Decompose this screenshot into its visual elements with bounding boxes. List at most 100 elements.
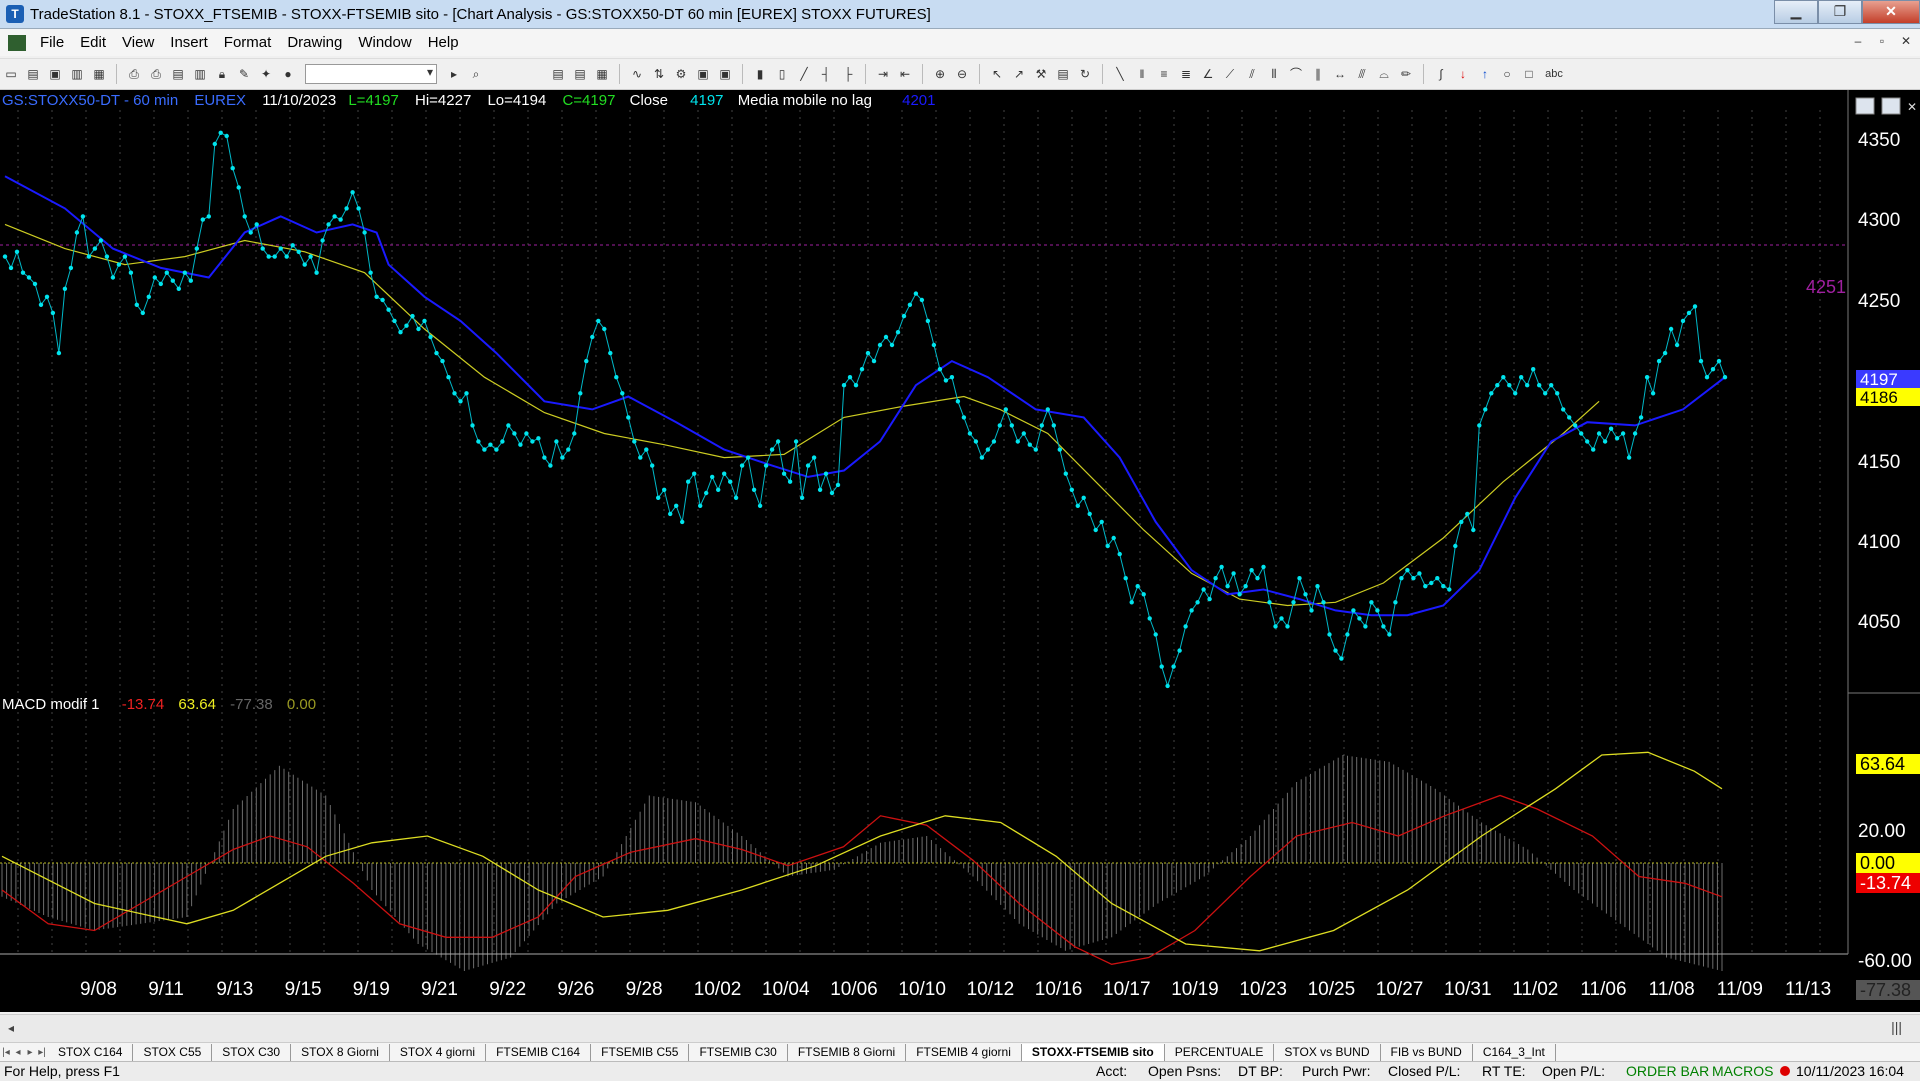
tab-stox-c164[interactable]: STOX C164: [48, 1044, 134, 1061]
chart-area[interactable]: GS:STOXX50-DT - 60 min EUREX 11/10/2023 …: [0, 90, 1920, 1012]
mdi-restore-button[interactable]: ▫: [1872, 32, 1892, 50]
go-arrow-icon[interactable]: ▸: [446, 66, 462, 82]
rectangle-icon[interactable]: □: [1521, 66, 1537, 82]
window-icon[interactable]: ▣: [695, 66, 711, 82]
menu-window[interactable]: Window: [350, 34, 419, 51]
pencil-icon[interactable]: ✏: [1398, 66, 1414, 82]
chart-restore-button[interactable]: [1881, 97, 1901, 115]
save-icon[interactable]: ▣: [47, 66, 63, 82]
format-icon[interactable]: ⚙: [673, 66, 689, 82]
new-icon[interactable]: ▭: [3, 66, 19, 82]
tab-stox-c55[interactable]: STOX C55: [133, 1044, 213, 1061]
gann-icon[interactable]: ∠: [1200, 66, 1216, 82]
text-icon[interactable]: abc: [1543, 66, 1565, 82]
select-icon[interactable]: ↗: [1011, 66, 1027, 82]
menu-file[interactable]: File: [32, 34, 72, 51]
scroll-columns-icon[interactable]: |||: [1891, 1019, 1902, 1035]
horizontal-arrow-icon[interactable]: ↔: [1332, 66, 1348, 82]
layout-icon-1[interactable]: ▤: [550, 66, 566, 82]
tools-icon[interactable]: ⚒: [1033, 66, 1049, 82]
ellipse-icon[interactable]: ○: [1499, 66, 1515, 82]
window-icon-2[interactable]: ▣: [717, 66, 733, 82]
copy-icon[interactable]: ▥: [69, 66, 85, 82]
menu-view[interactable]: View: [114, 34, 162, 51]
tab-percentuale[interactable]: PERCENTUALE: [1165, 1044, 1275, 1061]
horizontal-scrollbar[interactable]: ◂ |||: [0, 1014, 1920, 1043]
menu-help[interactable]: Help: [420, 34, 467, 51]
menu-insert[interactable]: Insert: [162, 34, 216, 51]
print-preview-icon[interactable]: ⎙: [148, 66, 164, 82]
bar-chart-icon[interactable]: ▮: [752, 66, 768, 82]
mdi-close-button[interactable]: ✕: [1896, 32, 1916, 50]
tab-c164-3-int[interactable]: C164_3_Int: [1473, 1044, 1556, 1061]
minimize-button[interactable]: ▁: [1774, 0, 1818, 24]
candle-icon[interactable]: ▯: [774, 66, 790, 82]
arc-fan-icon[interactable]: ⌓: [1376, 66, 1392, 82]
menu-format[interactable]: Format: [216, 34, 280, 51]
chart-canvas[interactable]: GS:STOXX50-DT - 60 min EUREX 11/10/2023 …: [0, 90, 1920, 1012]
horizontal-lines-icon[interactable]: ≡: [1156, 66, 1172, 82]
maximize-button[interactable]: ❐: [1818, 0, 1862, 24]
mdi-minimize-button[interactable]: –: [1848, 32, 1868, 50]
chart-close-icon[interactable]: ✕: [1907, 100, 1917, 114]
layout-icon-2[interactable]: ▤: [572, 66, 588, 82]
layout-icon-3[interactable]: ▦: [594, 66, 610, 82]
zoom-out-icon[interactable]: ⊖: [954, 66, 970, 82]
matrix-icon[interactable]: ✦: [258, 66, 274, 82]
andrews-icon[interactable]: ⫽: [1244, 66, 1260, 82]
tab-stox-c30[interactable]: STOX C30: [212, 1044, 292, 1061]
tab-stoxx-ftsemib-sito[interactable]: STOXX-FTSEMIB sito: [1021, 1044, 1165, 1061]
macros-indicator[interactable]: MACROS: [1712, 1063, 1773, 1079]
paste-icon[interactable]: ▦: [91, 66, 107, 82]
arrow-down-icon[interactable]: ↓: [1455, 66, 1471, 82]
tab-ftsemib-c30[interactable]: FTSEMIB C30: [689, 1044, 788, 1061]
lock-icon[interactable]: 🔒︎: [214, 66, 230, 82]
chart-minimize-button[interactable]: [1855, 97, 1875, 115]
globe-icon[interactable]: ●: [280, 66, 296, 82]
cycle-icon[interactable]: ⦀: [1266, 66, 1282, 82]
vertical-lines-icon[interactable]: ‖: [1134, 66, 1150, 82]
pointer-icon[interactable]: ↖: [989, 66, 1005, 82]
tab-stox-8-giorni[interactable]: STOX 8 Giorni: [291, 1044, 390, 1061]
line-chart-icon[interactable]: ╱: [796, 66, 812, 82]
tab-stox-vs-bund[interactable]: STOX vs BUND: [1274, 1044, 1381, 1061]
menu-edit[interactable]: Edit: [72, 34, 114, 51]
hlc-icon[interactable]: ├: [840, 66, 856, 82]
tab-ftsemib-c55[interactable]: FTSEMIB C55: [591, 1044, 690, 1061]
scanner-icon[interactable]: ✎: [236, 66, 252, 82]
order-bar-indicator[interactable]: ORDER BAR: [1626, 1063, 1709, 1079]
tab-prev-icon[interactable]: ◂: [12, 1047, 24, 1058]
radar-icon[interactable]: ▥: [192, 66, 208, 82]
open-icon[interactable]: ▤: [25, 66, 41, 82]
zoom-in-icon[interactable]: ⊕: [932, 66, 948, 82]
tab-stox-4-giorni[interactable]: STOX 4 giorni: [390, 1044, 487, 1061]
close-button[interactable]: ✕: [1862, 0, 1920, 24]
tab-first-icon[interactable]: |◂: [0, 1047, 12, 1058]
tab-ftsemib-4-giorni[interactable]: FTSEMIB 4 giorni: [906, 1044, 1022, 1061]
arc-icon[interactable]: ⌒: [1288, 66, 1304, 82]
channel-icon[interactable]: ∥: [1310, 66, 1326, 82]
freehand-icon[interactable]: ∫: [1433, 66, 1449, 82]
data-window-icon[interactable]: ▤: [1055, 66, 1071, 82]
compress-icon[interactable]: ⇥: [875, 66, 891, 82]
tab-ftsemib-c164[interactable]: FTSEMIB C164: [486, 1044, 592, 1061]
menu-drawing[interactable]: Drawing: [279, 34, 350, 51]
trendline-icon[interactable]: ╲: [1112, 66, 1128, 82]
tab-last-icon[interactable]: ▸|: [36, 1047, 48, 1058]
fib-icon[interactable]: ≣: [1178, 66, 1194, 82]
symbol-combo[interactable]: [305, 64, 437, 84]
print-icon[interactable]: ⎙: [126, 66, 142, 82]
tab-fib-vs-bund[interactable]: FIB vs BUND: [1381, 1044, 1473, 1061]
arrow-up-icon[interactable]: ↑: [1477, 66, 1493, 82]
document-icon[interactable]: [8, 34, 26, 51]
indicator-icon[interactable]: ∿: [629, 66, 645, 82]
expand-icon[interactable]: ⇤: [897, 66, 913, 82]
speed-lines-icon[interactable]: ⟋: [1222, 66, 1238, 82]
tab-next-icon[interactable]: ▸: [24, 1047, 36, 1058]
find-icon[interactable]: ⌕: [468, 66, 484, 82]
refresh-icon[interactable]: ↻: [1077, 66, 1093, 82]
strategy-icon[interactable]: ⇅: [651, 66, 667, 82]
chart-window-icon[interactable]: ▤: [170, 66, 186, 82]
regression-icon[interactable]: ⫻: [1354, 66, 1370, 82]
tab-ftsemib-8-giorni[interactable]: FTSEMIB 8 Giorni: [788, 1044, 907, 1061]
